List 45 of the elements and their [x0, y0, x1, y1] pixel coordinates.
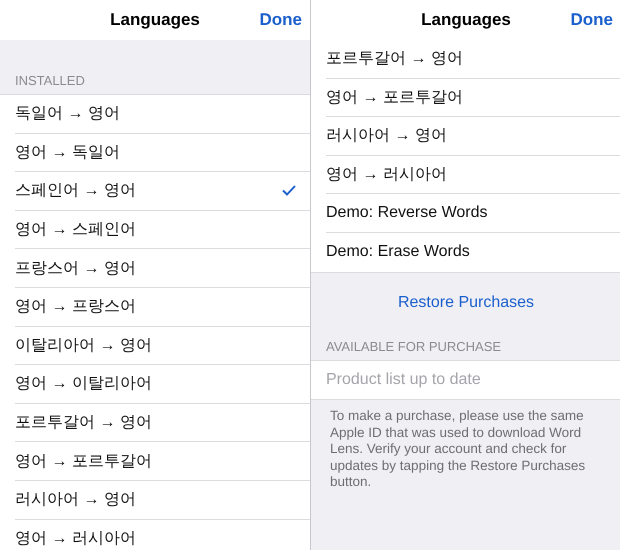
language-row[interactable]: 이탈리아어 → 영어 — [15, 326, 310, 366]
restore-purchases-button[interactable]: Restore Purchases — [392, 272, 540, 333]
language-pair: 영어 → 프랑스어 — [15, 297, 136, 318]
screen-title: Languages — [110, 10, 200, 30]
language-row[interactable]: 영어 → 독일어 — [15, 134, 310, 172]
section-header: INSTALLED — [14, 72, 86, 90]
section-header: AVAILABLE FOR PURCHASE — [325, 338, 502, 356]
language-pair: 영어 → 이탈리아어 — [15, 374, 152, 394]
language-row[interactable]: 영어 → 포르투갈어 — [15, 442, 310, 481]
language-row[interactable]: 스페인어 → 영어 — [15, 172, 310, 211]
language-pair: 영어 → 러시아어 — [326, 165, 447, 186]
language-pair: 영어 → 독일어 — [15, 142, 120, 163]
language-pair: 포르투갈어 → 영어 — [15, 413, 152, 434]
done-button[interactable]: Done — [570, 8, 613, 32]
language-row[interactable]: 러시아어 → 영어 — [326, 117, 620, 156]
language-row[interactable]: 독일어 → 영어 — [15, 95, 310, 134]
language-pair: 스페인어 → 영어 — [15, 181, 136, 202]
status-text: Product list up to date — [326, 370, 481, 389]
language-row[interactable]: 영어 → 프랑스어 — [15, 288, 310, 327]
language-pair: 영어 → 스페인어 — [15, 220, 136, 240]
language-pair: Demo: Erase Words — [326, 243, 470, 262]
language-pair: 영어 → 포르투갈어 — [15, 452, 152, 472]
language-pair: 이탈리아어 → 영어 — [15, 336, 152, 356]
language-row[interactable]: 영어 → 러시아어 — [326, 156, 620, 194]
language-pair: 영어 → 러시아어 — [15, 529, 136, 550]
language-row[interactable]: 프랑스어 → 영어 — [15, 249, 310, 288]
language-row[interactable]: 포르투갈어 → 영어 — [15, 404, 310, 442]
language-pair: Demo: Reverse Words — [326, 204, 488, 222]
done-button[interactable]: Done — [260, 8, 302, 32]
language-row[interactable]: Demo: Erase Words — [326, 232, 620, 272]
language-pair: 러시아어 → 영어 — [326, 126, 447, 146]
screen-title: Languages — [421, 10, 511, 30]
language-pair: 러시아어 → 영어 — [15, 490, 136, 510]
language-pair: 독일어 → 영어 — [15, 104, 120, 124]
language-row[interactable]: 영어 → 러시아어 — [15, 520, 310, 550]
language-row[interactable]: 영어 → 스페인어 — [15, 210, 310, 250]
language-row[interactable]: 영어 → 포르투갈어 — [326, 78, 620, 118]
language-row[interactable]: 포르투갈어 → 영어 — [326, 40, 620, 79]
footer-note: To make a purchase, please use the same Apple ID that was used to download Word Lens. Verify your account and check for updates by tapping the Restore Purchases button. — [329, 407, 586, 491]
language-row[interactable]: 러시아어 → 영어 — [15, 480, 310, 520]
language-row[interactable]: 영어 → 이탈리아어 — [15, 365, 310, 404]
language-row[interactable]: Demo: Reverse Words — [326, 194, 620, 233]
language-pair: 영어 → 포르투갈어 — [326, 88, 463, 108]
language-pair: 프랑스어 → 영어 — [15, 258, 136, 279]
language-pair: 포르투갈어 → 영어 — [326, 49, 463, 70]
